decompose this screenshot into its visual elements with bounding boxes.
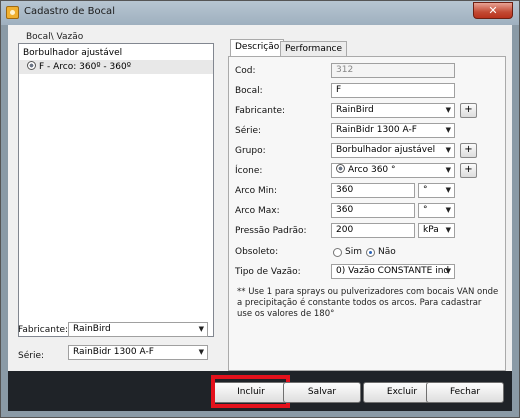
serie-label: Série: <box>235 126 262 136</box>
tipo-vazao-label: Tipo de Vazão: <box>235 267 301 277</box>
tree-child-label: F - Arco: 360º - 360º <box>39 62 131 72</box>
chevron-down-icon: ▼ <box>445 146 451 154</box>
cod-label: Cod: <box>235 66 256 76</box>
bocal-tree[interactable]: Borbulhador ajustável F - Arco: 360º - 3… <box>18 43 214 337</box>
grupo-select[interactable]: Borbulhador ajustável ▼ <box>331 143 455 158</box>
highlight-box <box>211 375 290 408</box>
app-icon <box>6 6 19 19</box>
arco-max-unit: ° <box>423 205 428 215</box>
filter-fabricante-select[interactable]: RainBird ▼ <box>68 322 208 337</box>
arco-min-label: Arco Min: <box>235 186 277 196</box>
tree-root-label: Borbulhador ajustável <box>23 48 123 58</box>
chevron-down-icon: ▼ <box>445 126 451 134</box>
grupo-value: Borbulhador ajustável <box>336 145 436 155</box>
obsoleto-sim-radio[interactable] <box>333 248 342 257</box>
grupo-label: Grupo: <box>235 146 266 156</box>
button-bar: Incluir Salvar Excluir Fechar <box>8 371 512 411</box>
bocal-list-panel: Bocal\ Vazão Borbulhador ajustável F - A… <box>8 25 220 371</box>
filter-fabricante-label: Fabricante: <box>18 325 69 335</box>
obsoleto-label: Obsoleto: <box>235 247 279 257</box>
salvar-button[interactable]: Salvar <box>283 382 361 403</box>
chevron-down-icon: ▼ <box>445 106 451 114</box>
chevron-down-icon: ▼ <box>198 325 204 333</box>
icone-value: Arco 360 ° <box>348 165 396 175</box>
obsoleto-nao-label: Não <box>378 247 396 257</box>
fabricante-label: Fabricante: <box>235 106 286 116</box>
title-bar: Cadastro de Bocal ✕ <box>1 1 519 25</box>
bocal-label: Bocal: <box>235 86 263 96</box>
add-fabricante-button[interactable]: + <box>460 103 477 118</box>
obsoleto-sim-label: Sim <box>345 247 362 257</box>
arc-icon <box>27 61 36 70</box>
serie-select[interactable]: RainBidr 1300 A-F ▼ <box>331 123 455 138</box>
fechar-button[interactable]: Fechar <box>426 382 504 403</box>
arco-min-unit-select[interactable]: ° ▼ <box>418 183 455 198</box>
fabricante-select[interactable]: RainBird ▼ <box>331 103 455 118</box>
fabricante-value: RainBird <box>336 105 374 115</box>
chevron-down-icon: ▼ <box>445 166 451 174</box>
tree-item-borbulhador[interactable]: Borbulhador ajustável <box>23 46 122 60</box>
cadastro-bocal-window: Cadastro de Bocal ✕ Bocal\ Vazão Borbulh… <box>0 0 520 418</box>
chevron-down-icon: ▼ <box>445 206 451 214</box>
vazao-note: ** Use 1 para sprays ou pulverizadores c… <box>237 287 499 319</box>
filter-serie-select[interactable]: RainBidr 1300 A-F ▼ <box>68 345 208 360</box>
arco-max-unit-select[interactable]: ° ▼ <box>418 203 455 218</box>
pressao-unit-select[interactable]: kPa ▼ <box>418 223 455 238</box>
close-button[interactable]: ✕ <box>473 2 513 19</box>
tipo-vazao-select[interactable]: 0) Vazão CONSTANTE ind ▼ <box>331 264 455 279</box>
arco-min-unit: ° <box>423 185 428 195</box>
filter-fabricante-value: RainBird <box>73 324 111 334</box>
descricao-tab-page: Cod: 312 Bocal: F Fabricante: RainBird ▼… <box>228 56 506 371</box>
icone-label: Ícone: <box>235 166 263 176</box>
bocal-vazao-header: Bocal\ Vazão <box>26 32 84 42</box>
obsoleto-nao-radio[interactable] <box>366 248 375 257</box>
filter-serie-label: Série: <box>18 351 45 361</box>
window-title: Cadastro de Bocal <box>24 6 115 17</box>
cod-field: 312 <box>331 63 455 78</box>
add-icone-button[interactable]: + <box>460 163 477 178</box>
pressao-label: Pressão Padrão: <box>235 226 307 236</box>
tab-descricao[interactable]: Descrição <box>230 39 285 57</box>
serie-value: RainBidr 1300 A-F <box>336 125 417 135</box>
chevron-down-icon: ▼ <box>445 226 451 234</box>
arco-max-label: Arco Max: <box>235 206 280 216</box>
tree-item-bocal-f[interactable]: F - Arco: 360º - 360º <box>19 60 213 74</box>
details-panel: Descrição Performance Cod: 312 Bocal: F … <box>228 39 506 371</box>
arc-360-icon <box>336 164 345 173</box>
dialog-client: Bocal\ Vazão Borbulhador ajustável F - A… <box>8 25 512 411</box>
tab-performance[interactable]: Performance <box>280 41 348 57</box>
bocal-field[interactable]: F <box>331 83 455 98</box>
filter-serie-value: RainBidr 1300 A-F <box>73 347 154 357</box>
pressao-field[interactable]: 200 <box>331 223 415 238</box>
chevron-down-icon: ▼ <box>445 186 451 194</box>
add-grupo-button[interactable]: + <box>460 143 477 158</box>
chevron-down-icon: ▼ <box>198 348 204 356</box>
arco-min-field[interactable]: 360 <box>331 183 415 198</box>
arco-max-field[interactable]: 360 <box>331 203 415 218</box>
icone-select[interactable]: Arco 360 ° ▼ <box>331 163 455 178</box>
chevron-down-icon: ▼ <box>445 267 451 275</box>
pressao-unit: kPa <box>423 225 439 235</box>
tipo-vazao-value: 0) Vazão CONSTANTE ind <box>336 266 450 276</box>
